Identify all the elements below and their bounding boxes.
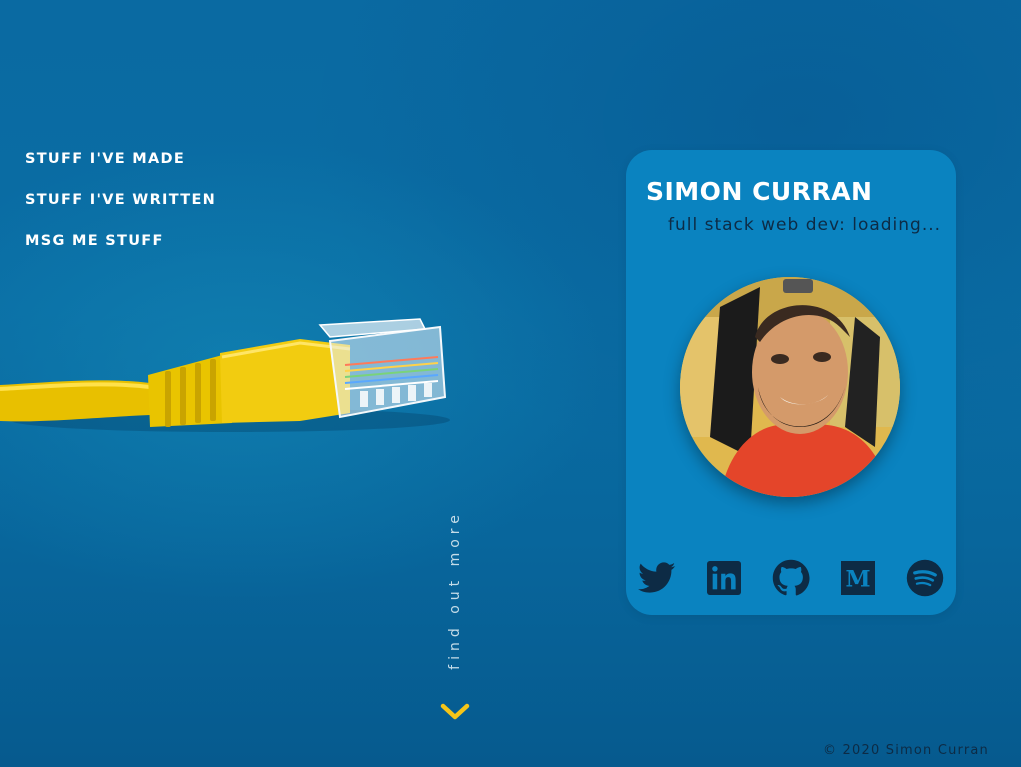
chevron-down-icon[interactable]	[440, 702, 470, 722]
avatar-portrait-image	[680, 277, 900, 497]
nav-link-stuff-made[interactable]: STUFF I'VE MADE	[25, 150, 216, 191]
find-out-more-link[interactable]: find out more	[445, 495, 465, 685]
profile-tagline: full stack web dev: loading...	[668, 215, 942, 235]
profile-card: SIMON CURRAN full stack web dev: loading…	[626, 150, 956, 615]
profile-name: SIMON CURRAN	[646, 177, 873, 206]
footer-copyright: © 2020 Simon Curran	[823, 743, 989, 758]
main-nav: STUFF I'VE MADE STUFF I'VE WRITTEN MSG M…	[25, 150, 216, 273]
nav-link-msg-me[interactable]: MSG ME STUFF	[25, 232, 216, 273]
find-out-more-label: find out more	[447, 510, 463, 670]
svg-text:M: M	[845, 567, 870, 593]
medium-icon[interactable]: M	[839, 559, 877, 597]
twitter-icon[interactable]	[638, 559, 676, 597]
ethernet-cable-image	[0, 318, 450, 432]
social-links: M	[638, 558, 944, 598]
nav-link-stuff-written[interactable]: STUFF I'VE WRITTEN	[25, 191, 216, 232]
spotify-icon[interactable]	[906, 559, 944, 597]
avatar	[680, 277, 900, 497]
linkedin-icon[interactable]	[705, 559, 743, 597]
github-icon[interactable]	[772, 559, 810, 597]
